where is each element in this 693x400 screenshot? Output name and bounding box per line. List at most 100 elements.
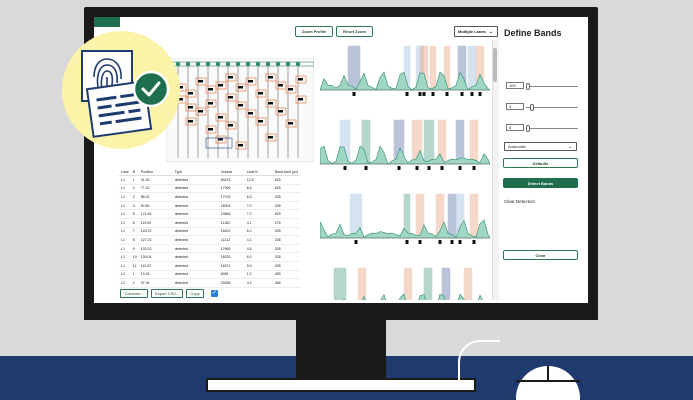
param-slider-1-thumb[interactable] [526,83,530,90]
table-cell: 328 [272,227,301,237]
table-cell: 17996 [218,184,245,194]
band-region[interactable] [455,119,465,165]
param-slider-3[interactable] [526,128,578,129]
band-region[interactable] [467,45,477,91]
lanes-select-label: Multiple Lanes [458,29,486,34]
copy-button[interactable]: Copy [186,289,204,298]
peak-marker [343,166,347,170]
lane-profile[interactable] [320,118,490,180]
lanes-select[interactable]: Multiple Lanes ⌄ [454,26,498,37]
table-cell: 5 [130,209,139,219]
param-input-3[interactable]: 8 [506,124,524,131]
table-row[interactable]: L1 2 77.42 detected 17996 6.6 625 [119,184,301,194]
table-cell: 4.2 [244,278,273,288]
param-slider-2-thumb[interactable] [530,104,534,111]
table-row[interactable]: L2 1 19.43 detected 6084 1.2 455 [119,270,301,280]
include-header-checkbox[interactable]: ✓ [211,290,218,297]
lane-marker[interactable] [295,61,301,67]
band-region[interactable] [469,119,479,165]
table-cell: 5.9 [244,261,273,271]
table-row[interactable]: L1 10 139.04 detected 16233 6.0 328 [119,252,301,262]
band-region[interactable] [447,193,457,239]
band-region[interactable] [423,267,433,300]
columns-button[interactable]: Columns... [120,289,148,298]
col-header[interactable]: Volume [218,168,245,176]
table-cell: detected [172,270,219,280]
table-cell: 37.04 [138,278,173,288]
lane-marker[interactable] [245,61,251,67]
table-row[interactable]: L1 4 90.60 detected 18904 7.0 328 [119,201,301,211]
table-cell: 8 [130,235,139,245]
band-blob [228,96,233,99]
band-region[interactable] [333,267,347,300]
table-row[interactable]: L1 8 127.23 detected 11212 4.1 238 [119,235,301,245]
col-header[interactable]: Band Area (px) [272,168,301,176]
lane-profiles[interactable] [320,44,490,300]
col-header[interactable]: Lane% [244,168,273,176]
table-row[interactable]: L2 2 37.04 detected 23496 4.2 456 [119,278,301,288]
band-region[interactable] [357,267,367,300]
table-row[interactable]: L1 11 141.87 detected 16071 5.9 328 [119,261,301,271]
lane-marker[interactable] [285,61,291,67]
zoom-profile-button[interactable]: Zoom Profile [295,26,333,37]
mouse-cable [458,340,500,382]
col-header[interactable]: Type [172,168,219,176]
table-row[interactable]: L1 7 120.22 detected 16401 6.2 328 [119,227,301,237]
lane-marker[interactable] [275,61,281,67]
table-row[interactable]: L1 6 119.00 detected 11182 4.1 276 [119,218,301,228]
table-cell: L1 [119,201,131,211]
table-header-row: Lane B Position Type Volume Lane% Band A… [119,168,301,176]
profiles-scroll-thumb[interactable] [493,48,497,82]
param-slider-1[interactable] [526,86,578,87]
table-cell: L1 [119,227,131,237]
chevron-down-icon: ⌄ [567,143,572,150]
peak-marker [427,166,431,170]
band-blob [208,88,213,91]
lane-marker[interactable] [265,61,271,67]
band-region[interactable] [423,119,435,165]
defaults-button[interactable]: Defaults [503,158,578,168]
lane-marker[interactable] [215,61,221,67]
lane-marker[interactable] [195,61,201,67]
table-row[interactable]: L1 3 88.02 detected 17076 6.5 328 [119,192,301,202]
param-input-2[interactable]: 4 [506,103,524,110]
monitor-stand [296,320,386,380]
table-cell: L1 [119,184,131,194]
lane-marker[interactable] [205,61,211,67]
col-header[interactable]: B [130,168,139,176]
table-row[interactable]: L1 9 132.03 detected 12969 4.6 328 [119,244,301,254]
lane-marker[interactable] [185,61,191,67]
band-region[interactable] [347,45,361,91]
mode-select[interactable]: Automatic ⌄ [504,142,577,151]
clear-detection-label[interactable]: Clear Detection [504,199,535,204]
lane-marker[interactable] [235,61,241,67]
reset-zoom-button[interactable]: Reset Zoom [336,26,373,37]
peak-marker [472,240,476,244]
param-input-1[interactable]: 100 [506,82,524,89]
lane-marker[interactable] [225,61,231,67]
table-row[interactable]: L1 5 174.46 detected 19666 7.2 625 [119,209,301,219]
col-header[interactable]: Lane [119,168,131,176]
table-cell: detected [172,192,219,202]
band-region[interactable] [429,45,437,91]
col-header[interactable]: Position [138,168,173,176]
band-region[interactable] [463,267,473,300]
lane-profile[interactable] [320,192,490,254]
table-cell: 23496 [218,278,245,288]
band-region[interactable] [469,193,479,239]
gel-image[interactable] [166,58,314,162]
export-csv-button[interactable]: Export CSV... [151,289,183,298]
band-region[interactable] [403,267,413,300]
lane-marker[interactable] [255,61,261,67]
table-row[interactable]: L1 1 31.43 detected 83476 12.5 625 [119,175,301,185]
lane-profile[interactable] [320,44,490,106]
param-slider-3-thumb[interactable] [526,125,530,132]
table-cell: detected [172,209,219,219]
lane-profile[interactable] [320,266,490,300]
detect-bands-button[interactable]: Detect Bands [503,178,578,188]
table-cell: 77.42 [138,184,173,194]
clear-button[interactable]: Clear [503,250,578,260]
band-region[interactable] [441,267,451,300]
band-blob [298,98,303,101]
band-blob [218,84,223,87]
